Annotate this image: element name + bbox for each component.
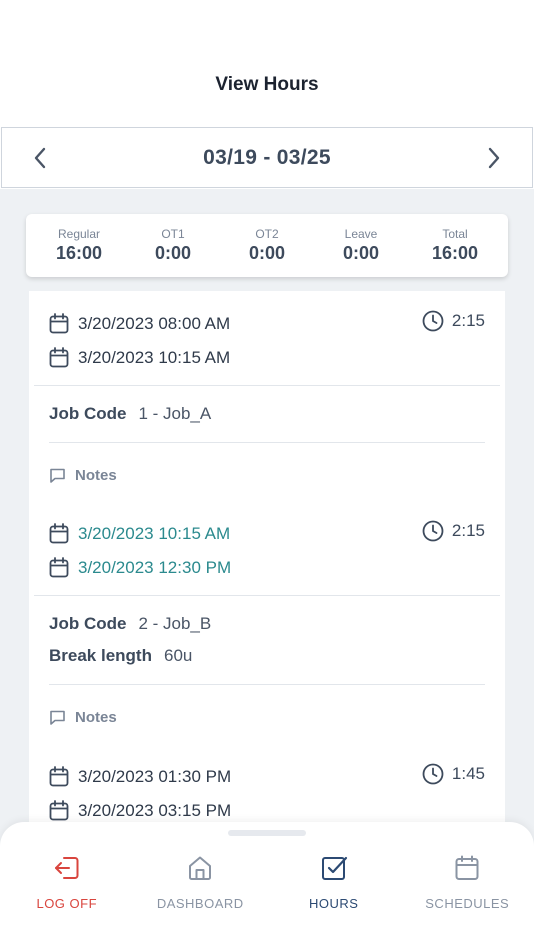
calendar-icon (49, 347, 69, 368)
tab-schedules[interactable]: SCHEDULES (401, 852, 534, 911)
job-code-label: Job Code (49, 404, 127, 423)
clock-icon (422, 520, 444, 542)
tab-list: LOG OFF DASHBOARD HOURS SCHEDULES (0, 852, 534, 911)
entry-duration-text: 2:15 (451, 521, 485, 540)
notes-label: Notes (75, 466, 117, 484)
calendar-icon (49, 557, 69, 578)
summary-regular: Regular 16:00 (34, 227, 124, 264)
bottom-tab-bar: LOG OFF DASHBOARD HOURS SCHEDULES (0, 822, 534, 950)
entry-times: 3/20/2023 01:30 PM 3/20/2023 03:15 PM 1:… (29, 744, 505, 828)
notes-button[interactable]: Notes (29, 685, 505, 749)
notes-button[interactable]: Notes (29, 443, 505, 507)
hours-summary: Regular 16:00 OT1 0:00 OT2 0:00 Leave 0:… (26, 214, 508, 277)
date-navigator: 03/19 - 03/25 (1, 127, 533, 188)
calendar-icon (49, 766, 69, 787)
entry-duration: 2:15 (422, 310, 485, 332)
checkbox-icon (320, 852, 348, 884)
page-title: View Hours (215, 74, 319, 95)
tab-label: SCHEDULES (425, 896, 510, 911)
entry-start: 3/20/2023 08:00 AM (49, 307, 485, 341)
comment-icon (50, 468, 65, 483)
entry-end-text: 3/20/2023 10:15 AM (78, 348, 231, 367)
clock-icon (422, 763, 444, 785)
log-off-icon (53, 852, 81, 884)
entry-end: 3/20/2023 10:15 AM (49, 341, 485, 375)
summary-value: 0:00 (342, 243, 380, 263)
drag-handle[interactable] (228, 830, 306, 836)
entry-info: Job Code 1 - Job_A (29, 386, 505, 442)
summary-label: Total (442, 227, 468, 241)
summary-value: 16:00 (55, 243, 103, 263)
summary-value: 16:00 (431, 243, 479, 263)
summary-ot1: OT1 0:00 (128, 227, 218, 264)
job-code-value: 2 - Job_B (138, 614, 212, 633)
calendar-icon (453, 852, 481, 884)
entry-end-text: 3/20/2023 12:30 PM (78, 558, 232, 577)
calendar-icon (49, 313, 69, 334)
entry-duration-text: 2:15 (451, 311, 485, 330)
date-range-label: 03/19 - 03/25 (203, 145, 331, 169)
job-code-value: 1 - Job_A (138, 404, 212, 423)
entry-times: 3/20/2023 08:00 AM 3/20/2023 10:15 AM 2:… (29, 291, 505, 375)
clock-icon (422, 310, 444, 332)
tab-log-off[interactable]: LOG OFF (0, 852, 134, 911)
entry-info: Job Code 2 - Job_B Break length 60u (29, 596, 505, 684)
entry-start: 3/20/2023 10:15 AM (49, 517, 485, 551)
entry-end: 3/20/2023 12:30 PM (49, 551, 485, 585)
job-code-row: Job Code 2 - Job_B (49, 608, 485, 640)
summary-total: Total 16:00 (410, 227, 500, 264)
tab-label: LOG OFF (36, 896, 98, 911)
comment-icon (50, 710, 65, 725)
break-length-row: Break length 60u (49, 640, 485, 672)
time-entry-card[interactable]: 3/20/2023 08:00 AM 3/20/2023 10:15 AM 2:… (29, 291, 505, 508)
entry-end-text: 3/20/2023 03:15 PM (78, 801, 232, 820)
entry-start-text: 3/20/2023 10:15 AM (78, 524, 231, 543)
calendar-icon (49, 523, 69, 544)
tab-hours[interactable]: HOURS (267, 852, 401, 911)
tab-label: HOURS (309, 896, 359, 911)
summary-ot2: OT2 0:00 (222, 227, 312, 264)
entry-times: 3/20/2023 10:15 AM 3/20/2023 12:30 PM 2:… (29, 501, 505, 585)
chevron-right-icon[interactable] (484, 146, 504, 170)
home-icon (186, 852, 214, 884)
entry-duration-text: 1:45 (451, 764, 485, 783)
job-code-label: Job Code (49, 614, 127, 633)
break-length-label: Break length (49, 646, 152, 665)
entry-duration: 2:15 (422, 520, 485, 542)
entry-duration: 1:45 (422, 763, 485, 785)
summary-label: Leave (344, 227, 378, 241)
entry-start: 3/20/2023 01:30 PM (49, 760, 485, 794)
break-length-value: 60u (163, 646, 193, 665)
job-code-row: Job Code 1 - Job_A (49, 398, 485, 430)
summary-label: OT2 (255, 227, 279, 241)
summary-leave: Leave 0:00 (316, 227, 406, 264)
entry-start-text: 3/20/2023 01:30 PM (78, 767, 232, 786)
notes-label: Notes (75, 708, 117, 726)
calendar-icon (49, 800, 69, 821)
entry-start-text: 3/20/2023 08:00 AM (78, 314, 231, 333)
tab-label: DASHBOARD (156, 896, 244, 911)
chevron-left-icon[interactable] (30, 146, 50, 170)
tab-dashboard[interactable]: DASHBOARD (134, 852, 268, 911)
summary-value: 0:00 (154, 243, 192, 263)
summary-value: 0:00 (248, 243, 286, 263)
summary-label: Regular (57, 227, 101, 241)
time-entry-card[interactable]: 3/20/2023 10:15 AM 3/20/2023 12:30 PM 2:… (29, 501, 505, 750)
summary-label: OT1 (161, 227, 185, 241)
